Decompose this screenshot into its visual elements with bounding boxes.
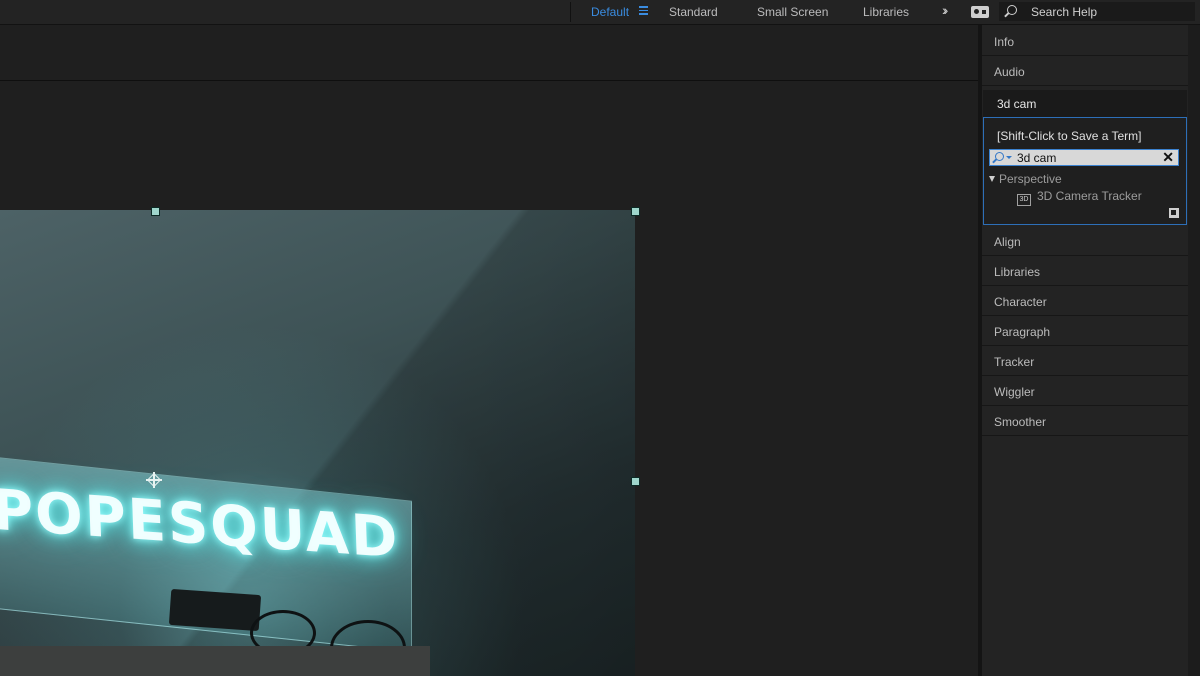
effect-3d-camera-tracker[interactable]: 3D 3D Camera Tracker xyxy=(1017,189,1142,206)
workspace-bar: Default Standard Small Screen Libraries … xyxy=(0,0,1200,25)
clear-search-icon[interactable]: ✕ xyxy=(1162,149,1174,166)
double-chevron-right-icon[interactable]: ›› xyxy=(942,2,949,18)
workspace-libraries[interactable]: Libraries xyxy=(863,5,909,19)
panel-label: Info xyxy=(994,35,1015,49)
panel-label: Audio xyxy=(994,65,1025,79)
effects-header-label: 3d cam xyxy=(997,97,1037,111)
panel-label: Align xyxy=(994,235,1021,249)
panel-smoother[interactable]: Smoother xyxy=(982,406,1188,436)
effect-label: 3D Camera Tracker xyxy=(1037,189,1142,203)
panel-label: Libraries xyxy=(994,265,1041,279)
transform-handle-top-right[interactable] xyxy=(631,207,640,216)
effects-search-input[interactable]: 3d cam ✕ xyxy=(989,149,1179,166)
panel-tracker[interactable]: Tracker xyxy=(982,346,1188,376)
panel-wiggler[interactable]: Wiggler xyxy=(982,376,1188,406)
new-preset-icon[interactable] xyxy=(1169,208,1179,218)
workspace-standard[interactable]: Standard xyxy=(669,5,718,19)
panel-paragraph[interactable]: Paragraph xyxy=(982,316,1188,346)
transform-handle-right[interactable] xyxy=(631,477,640,486)
workspace-small-screen[interactable]: Small Screen xyxy=(757,5,828,19)
panel-scroll-track[interactable] xyxy=(1188,25,1200,676)
panel-libraries[interactable]: Libraries xyxy=(982,256,1188,286)
panel-align[interactable]: Align xyxy=(982,226,1188,256)
effects-presets-panel: [Shift-Click to Save a Term] 3d cam ✕ Pe… xyxy=(983,117,1187,225)
panel-info[interactable]: Info xyxy=(982,26,1188,56)
composition-header xyxy=(0,25,978,81)
anchor-point-icon[interactable] xyxy=(146,472,162,488)
disclosure-triangle-icon[interactable] xyxy=(989,176,995,182)
shelf xyxy=(0,646,430,676)
search-help-placeholder: Search Help xyxy=(1031,5,1098,19)
panel-audio[interactable]: Audio xyxy=(982,56,1188,86)
panel-character[interactable]: Character xyxy=(982,286,1188,316)
chevron-down-icon[interactable] xyxy=(1006,156,1012,159)
transform-handle-top[interactable] xyxy=(151,207,160,216)
workspace-toggle-icon[interactable] xyxy=(971,6,989,18)
panel-label: Smoother xyxy=(994,415,1047,429)
category-perspective[interactable]: Perspective xyxy=(989,172,1062,186)
save-term-tip: [Shift-Click to Save a Term] xyxy=(997,129,1142,143)
workspace-default[interactable]: Default xyxy=(591,5,629,19)
workspace-menu-icon[interactable] xyxy=(639,6,648,15)
power-adapter xyxy=(168,588,262,632)
panel-label: Wiggler xyxy=(994,385,1035,399)
category-label: Perspective xyxy=(999,172,1062,186)
composition-frame[interactable]: POPESQUAD xyxy=(0,210,635,676)
divider xyxy=(570,2,571,22)
effects-presets-tab[interactable]: 3d cam xyxy=(983,90,1187,117)
panel-label: Paragraph xyxy=(994,325,1051,339)
effects-search-value[interactable]: 3d cam xyxy=(1017,151,1056,165)
effect-icon: 3D xyxy=(1017,194,1031,206)
search-icon[interactable] xyxy=(995,152,1004,161)
panel-label: Tracker xyxy=(994,355,1035,369)
panel-label: Character xyxy=(994,295,1047,309)
search-icon xyxy=(1007,5,1017,15)
search-help-field[interactable]: Search Help xyxy=(999,2,1195,21)
